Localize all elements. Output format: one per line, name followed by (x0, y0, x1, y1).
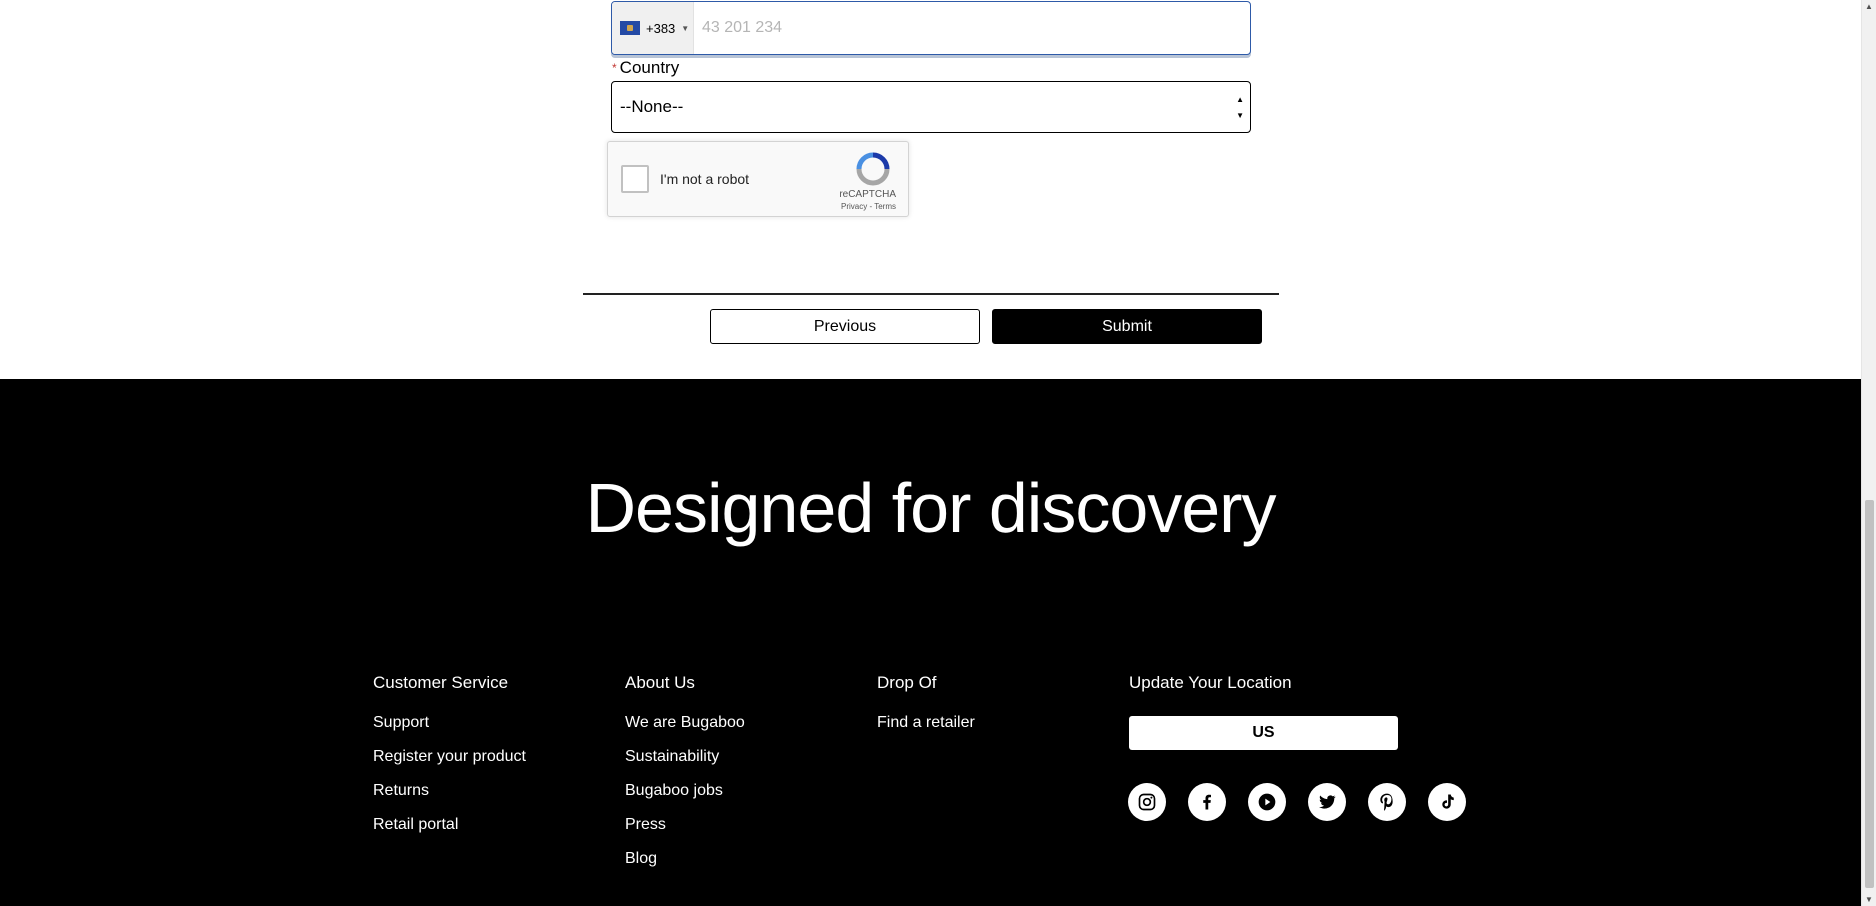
footer-link-press[interactable]: Press (625, 815, 745, 849)
footer-link-find-retailer[interactable]: Find a retailer (877, 713, 975, 747)
scroll-down-icon[interactable]: ▼ (1865, 895, 1873, 904)
footer-link-retail-portal[interactable]: Retail portal (373, 815, 526, 849)
country-code-selector[interactable]: +383 ▼ (612, 2, 694, 54)
recaptcha-logo-icon (856, 152, 890, 186)
column-title: Customer Service (373, 673, 509, 692)
captcha-checkbox[interactable] (621, 165, 649, 193)
footer-column-about-us: About Us We are Bugaboo Sustainability B… (625, 673, 745, 883)
recaptcha-widget: I'm not a robot reCAPTCHA Privacy - Term… (607, 141, 909, 217)
footer-link-blog[interactable]: Blog (625, 849, 745, 883)
country-select[interactable]: --None-- ▲ ▼ (611, 81, 1251, 133)
country-label: * Country (612, 58, 679, 78)
footer-link-register-product[interactable]: Register your product (373, 747, 526, 781)
captcha-brand: reCAPTCHA (839, 189, 896, 200)
footer-link-returns[interactable]: Returns (373, 781, 526, 815)
phone-field[interactable]: +383 ▼ (611, 1, 1251, 55)
captcha-links[interactable]: Privacy - Terms (841, 202, 896, 211)
caret-down-icon: ▼ (681, 23, 690, 33)
submit-button[interactable]: Submit (992, 309, 1262, 344)
footer: Designed for discovery Customer Service … (0, 379, 1861, 906)
kosovo-flag-icon (620, 21, 640, 35)
footer-column-location: Update Your Location (1129, 673, 1292, 713)
country-label-text: Country (619, 58, 680, 77)
location-title: Update Your Location (1129, 673, 1292, 692)
column-title: Drop Of (877, 673, 937, 692)
form-divider (583, 293, 1279, 295)
footer-column-drop-of: Drop Of Find a retailer (877, 673, 975, 747)
column-title: About Us (625, 673, 695, 692)
country-code-label: +383 (646, 20, 676, 36)
twitter-icon[interactable] (1308, 783, 1346, 821)
social-links (1128, 783, 1466, 821)
footer-link-jobs[interactable]: Bugaboo jobs (625, 781, 745, 815)
pinterest-icon[interactable] (1368, 783, 1406, 821)
form-area: +383 ▼ * Country --None-- ▲▼ I'm not a r… (0, 0, 1861, 379)
captcha-label: I'm not a robot (660, 171, 750, 187)
location-button[interactable]: US (1129, 716, 1398, 750)
footer-link-we-are-bugaboo[interactable]: We are Bugaboo (625, 713, 745, 747)
footer-column-customer-service: Customer Service Support Register your p… (373, 673, 526, 849)
phone-input[interactable] (694, 19, 1250, 37)
footer-link-support[interactable]: Support (373, 713, 526, 747)
footer-tagline: Designed for discovery (585, 469, 1277, 547)
tiktok-icon[interactable] (1428, 783, 1466, 821)
scrollbar-thumb[interactable] (1865, 500, 1874, 888)
instagram-icon[interactable] (1128, 783, 1166, 821)
required-marker: * (612, 61, 617, 75)
facebook-icon[interactable] (1188, 783, 1226, 821)
select-arrows-icon: ▲ ▼ (1236, 95, 1244, 120)
footer-link-sustainability[interactable]: Sustainability (625, 747, 745, 781)
country-select-value: --None-- (620, 97, 684, 116)
youtube-icon[interactable] (1248, 783, 1286, 821)
page-scrollbar[interactable]: ▲ ▼ (1861, 0, 1876, 906)
scroll-up-icon[interactable]: ▲ (1865, 2, 1873, 11)
previous-button[interactable]: Previous (710, 309, 980, 344)
